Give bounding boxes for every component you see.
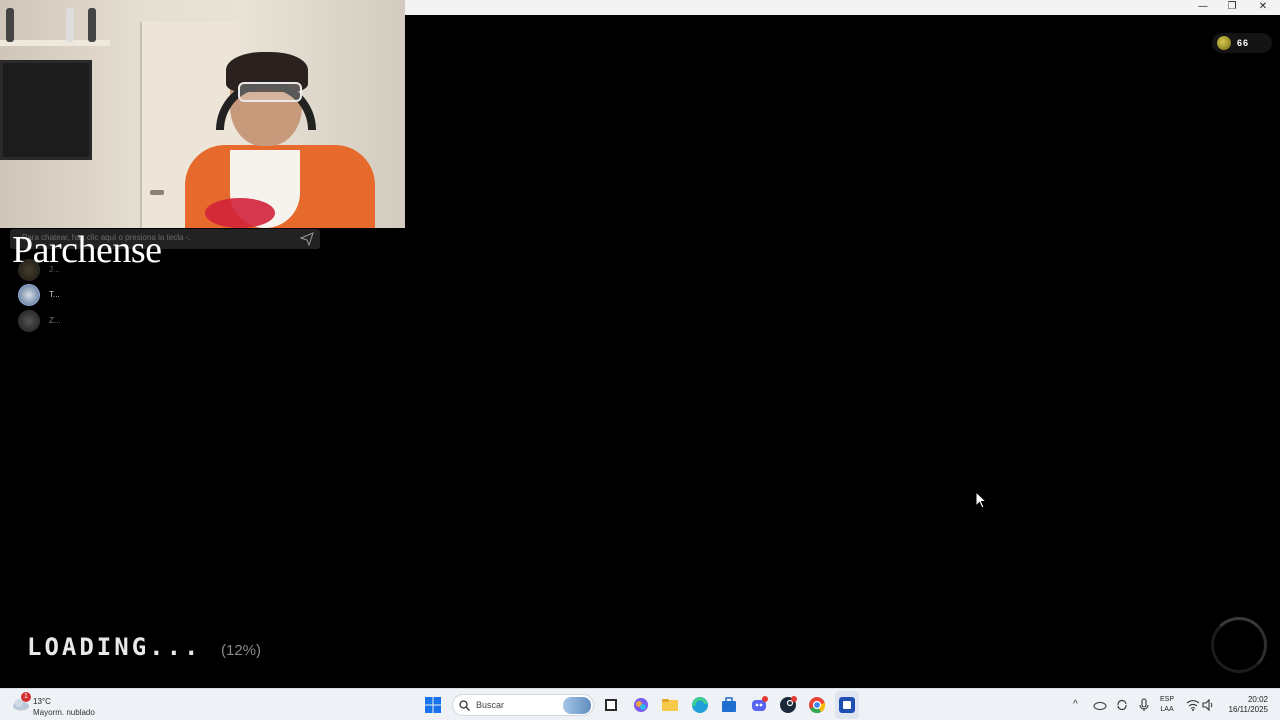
windows-start-icon[interactable] (425, 697, 441, 713)
microsoft-store-icon[interactable] (719, 695, 739, 715)
sync-icon[interactable] (1115, 698, 1129, 712)
onedrive-icon[interactable] (1093, 698, 1107, 712)
avatar (18, 284, 40, 306)
loading-percent: (12%) (221, 642, 262, 659)
player-entry[interactable]: T... (18, 284, 78, 306)
taskbar-clock[interactable]: 20:02 16/11/2025 (1222, 695, 1268, 715)
send-icon[interactable] (300, 232, 314, 246)
game-app-icon[interactable] (837, 695, 857, 715)
steam-icon[interactable] (778, 695, 798, 715)
windows-taskbar: 1 13°C Mayorm. nublado Buscar ^ ESP LAA … (0, 688, 1280, 720)
weather-widget[interactable]: 1 13°C Mayorm. nublado (10, 692, 110, 718)
webcam-figurine (88, 8, 96, 42)
clock-date: 16/11/2025 (1228, 705, 1268, 714)
copilot-icon[interactable] (631, 695, 651, 715)
keyboard-layout: LAA (1160, 706, 1174, 713)
file-explorer-icon[interactable] (660, 695, 680, 715)
coin-icon (1217, 36, 1231, 50)
window-title-bar (405, 0, 1280, 15)
coin-count: 66 (1237, 38, 1250, 48)
webcam-figurine (6, 8, 14, 42)
weather-notification-badge: 1 (21, 692, 31, 702)
webcam-glasses (238, 82, 302, 102)
task-view-icon[interactable] (601, 695, 621, 715)
avatar (18, 259, 40, 281)
close-button[interactable]: ✕ (1248, 0, 1278, 14)
webcam-red-object (205, 198, 275, 228)
language-code: ESP (1160, 696, 1175, 703)
mouse-cursor-icon (975, 491, 987, 509)
player-name: Z... (49, 316, 61, 325)
edge-icon[interactable] (690, 695, 710, 715)
avatar (18, 310, 40, 332)
tray-expand-chevron-icon[interactable]: ^ (1073, 699, 1078, 710)
player-name: J... (49, 265, 60, 274)
maximize-button[interactable]: ❐ (1217, 0, 1247, 14)
wifi-icon[interactable] (1186, 698, 1200, 712)
webcam-overlay (0, 0, 405, 228)
weather-description: Mayorm. nublado (33, 708, 95, 717)
coin-counter: 66 (1212, 33, 1272, 53)
minimize-button[interactable]: — (1188, 0, 1218, 14)
language-indicator[interactable]: ESP LAA (1160, 695, 1174, 715)
player-entry[interactable]: Z... (18, 310, 78, 332)
webcam-door-knob (150, 190, 164, 195)
webcam-tv (0, 60, 92, 160)
loading-spinner-icon (1211, 617, 1267, 673)
player-name: T... (49, 290, 60, 299)
discord-icon[interactable] (749, 695, 769, 715)
chrome-icon[interactable] (807, 695, 827, 715)
loading-text: LOADING... (27, 633, 202, 661)
player-entry[interactable]: J... (18, 259, 78, 281)
volume-icon[interactable] (1201, 698, 1215, 712)
webcam-figurine (66, 8, 74, 42)
clock-time: 20:02 (1247, 695, 1268, 704)
game-window: — ❐ ✕ Para chatear, haz clic aquí o pres… (0, 0, 1280, 720)
search-label: Buscar (476, 700, 505, 710)
microphone-icon[interactable] (1137, 698, 1151, 712)
search-highlight-image (563, 697, 591, 714)
taskbar-search[interactable]: Buscar (452, 694, 594, 716)
weather-temperature: 13°C (33, 697, 51, 706)
search-icon (459, 700, 470, 711)
